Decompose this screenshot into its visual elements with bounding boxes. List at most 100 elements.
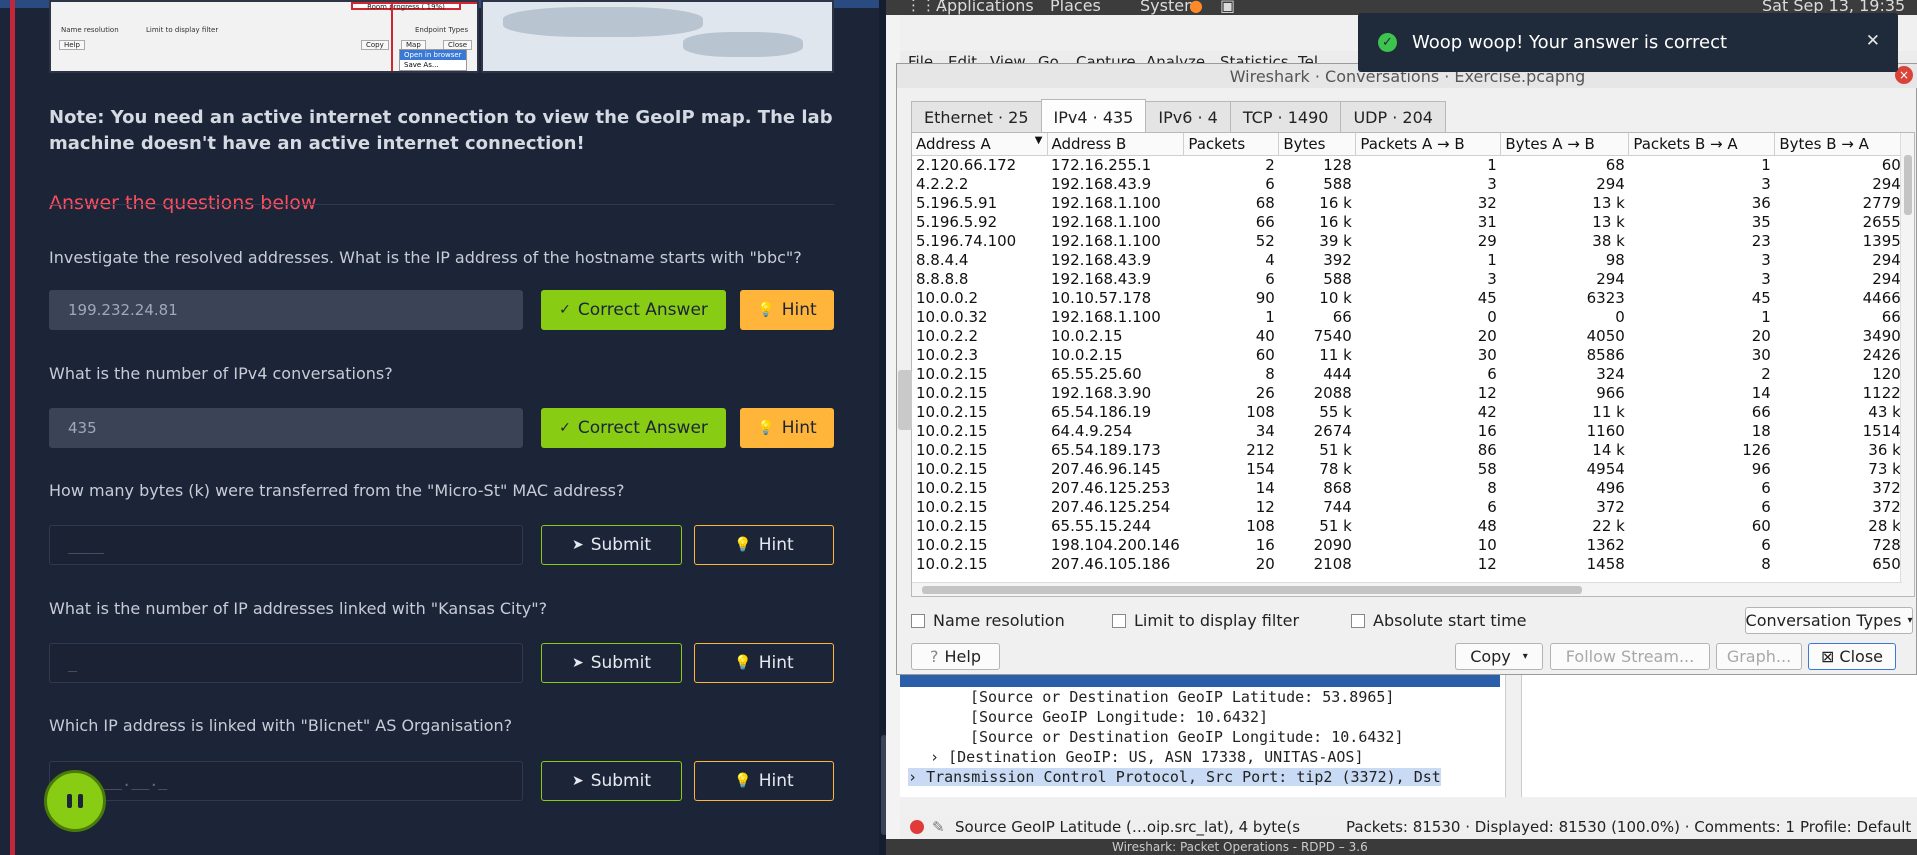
detail-line-expandable[interactable]: › [Destination GeoIP: US, ASN 17338, UNI… [930, 748, 1363, 766]
col-packets-ab[interactable]: Packets A → B [1355, 133, 1502, 156]
hint-button-1[interactable]: 💡 Hint [740, 290, 834, 330]
copy-button[interactable]: Copy ▾ [1455, 643, 1543, 670]
table-row[interactable]: 10.0.2.15 207.46.96.145 154 78 k 58 4954 96 73 … [912, 460, 1905, 479]
detail-line[interactable]: [Source or Destination GeoIP Longitude: … [970, 728, 1403, 746]
places-menu[interactable]: Places [1050, 0, 1101, 15]
table-cell: 126 [1742, 440, 1771, 459]
hint-button-3[interactable]: 💡 Hint [694, 525, 834, 565]
answer-5-field[interactable]: __.___.__._ [49, 761, 523, 801]
pause-button[interactable] [44, 770, 106, 832]
table-cell: 55 k [1319, 402, 1352, 421]
detail-line[interactable]: [Source GeoIP Longitude: 10.6432] [970, 708, 1268, 726]
table-row[interactable]: 10.0.0.32 192.168.1.100 1 66 0 0 1 66 [912, 308, 1905, 327]
table-row[interactable]: 10.0.0.2 10.10.57.178 90 10 k 45 6323 45 4466 [912, 289, 1905, 308]
conversations-table[interactable]: Address A ▼ Address B Packets Bytes Packe… [911, 132, 1915, 597]
hint-button-2[interactable]: 💡 Hint [740, 408, 834, 448]
table-row[interactable]: 10.0.2.2 10.0.2.15 40 7540 20 4050 20 3490 [912, 327, 1905, 346]
close-icon: ⊠ [1821, 647, 1835, 666]
question-2-text: What is the number of IPv4 conversations… [49, 364, 393, 383]
table-row[interactable]: 10.0.2.15 64.4.9.254 34 2674 16 1160 18 1514 [912, 422, 1905, 441]
col-address-a[interactable]: Address A ▼ [912, 133, 1048, 156]
status-packets: Packets: 81530 · Displayed: 81530 (100.0… [1346, 818, 1795, 836]
packet-bytes-pane[interactable] [1521, 675, 1917, 797]
table-hscroll[interactable] [912, 582, 1902, 596]
close-button[interactable]: ⊠ Close [1808, 643, 1896, 670]
col-address-b[interactable]: Address B [1047, 133, 1185, 156]
table-row[interactable]: 10.0.2.15 198.104.200.146 16 2090 10 1362 6 728 [912, 536, 1905, 555]
table-row[interactable]: 2.120.66.172 172.16.255.1 2 128 1 68 1 60 [912, 155, 1905, 175]
taskbar-item-wireshark[interactable]: Wireshark: Packet Operations - RDPD – 3.… [1112, 840, 1368, 854]
table-row[interactable]: 10.0.2.15 207.46.125.253 14 868 8 496 6 372 [912, 479, 1905, 498]
table-row[interactable]: 8.8.4.4 192.168.43.9 4 392 1 98 3 294 [912, 251, 1905, 270]
table-row[interactable]: 10.0.2.15 65.55.15.244 108 51 k 48 22 k 60 28 k [912, 517, 1905, 536]
hint-button-5[interactable]: 💡 Hint [694, 761, 834, 801]
firefox-icon[interactable]: ● [1189, 0, 1203, 15]
follow-stream-button[interactable]: Follow Stream... [1550, 643, 1710, 670]
table-cell: 10.10.57.178 [1051, 288, 1152, 307]
table-row[interactable]: 10.0.2.3 10.0.2.15 60 11 k 30 8586 30 2426 [912, 346, 1905, 365]
tab-tcp[interactable]: TCP · 1490 [1229, 101, 1342, 132]
col-packets[interactable]: Packets [1183, 133, 1280, 156]
question-5-text: Which IP address is linked with "Blicnet… [49, 716, 513, 735]
answer-4-field[interactable]: _ [49, 643, 523, 683]
progress-rail [10, 0, 15, 855]
table-row[interactable]: 10.0.2.15 65.55.25.60 8 444 6 324 2 120 [912, 365, 1905, 384]
table-row[interactable]: 10.0.2.15 65.54.189.173 212 51 k 86 14 k 126 36… [912, 441, 1905, 460]
status-profile[interactable]: Profile: Default [1800, 818, 1911, 836]
tab-ethernet[interactable]: Ethernet · 25 [911, 101, 1042, 132]
help-button[interactable]: ? Help [911, 643, 1000, 670]
submit-button-5[interactable]: ➤ Submit [541, 761, 682, 801]
table-row[interactable]: 10.0.2.15 207.46.105.186 20 2108 12 1458 8 650 [912, 555, 1905, 574]
detail-line-tcp[interactable]: › Transmission Control Protocol, Src Por… [908, 768, 1441, 786]
answer-3-field[interactable]: ____ [49, 525, 523, 565]
tab-ipv6[interactable]: IPv6 · 4 [1145, 101, 1231, 132]
limit-filter-checkbox[interactable]: Limit to display filter [1112, 611, 1299, 630]
table-cell: 10.0.2.15 [916, 440, 988, 459]
table-cell: 198.104.200.146 [1051, 535, 1180, 554]
pane-splitter-handle[interactable] [898, 370, 912, 430]
table-vscroll[interactable] [1900, 133, 1914, 596]
answer-2-field[interactable]: 435 [49, 408, 523, 448]
vscroll-thumb[interactable] [1904, 155, 1912, 215]
packet-details-pane[interactable]: [Source or Destination GeoIP Latitude: 5… [900, 675, 1506, 797]
submit-button-3[interactable]: ➤ Submit [541, 525, 682, 565]
table-cell: 29 [1477, 231, 1497, 250]
name-resolution-checkbox[interactable]: Name resolution [911, 611, 1065, 630]
table-row[interactable]: 5.196.5.92 192.168.1.100 66 16 k 31 13 k 35 265… [912, 213, 1905, 232]
col-bytes-ab[interactable]: Bytes A → B [1500, 133, 1630, 156]
table-row[interactable]: 10.0.2.15 207.46.125.254 12 744 6 372 6 372 [912, 498, 1905, 517]
table-row[interactable]: 10.0.2.15 192.168.3.90 26 2088 12 966 14 1122 [912, 384, 1905, 403]
col-bytes-ba[interactable]: Bytes B → A [1774, 133, 1906, 156]
table-row[interactable]: 4.2.2.2 192.168.43.9 6 588 3 294 3 294 [912, 175, 1905, 194]
detail-line[interactable]: [Source or Destination GeoIP Latitude: 5… [970, 688, 1394, 706]
answer-1-field[interactable]: 199.232.24.81 [49, 290, 523, 330]
graph-button[interactable]: Graph... [1716, 643, 1802, 670]
table-cell: 1362 [1586, 535, 1625, 554]
col-packets-ba[interactable]: Packets B → A [1628, 133, 1776, 156]
col-bytes[interactable]: Bytes [1278, 133, 1357, 156]
expert-info-icon[interactable]: ✎ [932, 818, 945, 836]
table-cell: 45 [1751, 288, 1771, 307]
terminal-icon[interactable]: ▣ [1220, 0, 1235, 15]
table-row[interactable]: 5.196.5.91 192.168.1.100 68 16 k 32 13 k 36 277… [912, 194, 1905, 213]
correct-answer-button-1[interactable]: ✓ Correct Answer [541, 290, 726, 330]
table-cell: 58 [1477, 459, 1497, 478]
table-cell: 23 [1751, 231, 1771, 250]
table-row[interactable]: 8.8.8.8 192.168.43.9 6 588 3 294 3 294 [912, 270, 1905, 289]
correct-answer-button-2[interactable]: ✓ Correct Answer [541, 408, 726, 448]
applications-menu[interactable]: Applications [936, 0, 1034, 15]
absolute-time-checkbox[interactable]: Absolute start time [1351, 611, 1527, 630]
conversation-types-button[interactable]: Conversation Types ▾ [1745, 607, 1913, 634]
send-icon: ➤ [571, 655, 584, 671]
submit-button-4[interactable]: ➤ Submit [541, 643, 682, 683]
hint-button-4[interactable]: 💡 Hint [694, 643, 834, 683]
close-icon[interactable]: ✕ [1866, 31, 1880, 51]
table-row[interactable]: 10.0.2.15 65.54.186.19 108 55 k 42 11 k 66 43 k [912, 403, 1905, 422]
hscroll-thumb[interactable] [922, 586, 1582, 594]
tab-udp[interactable]: UDP · 204 [1340, 101, 1446, 132]
table-cell: 10.0.0.32 [916, 307, 988, 326]
capture-status-icon[interactable] [910, 820, 924, 834]
tab-ipv4[interactable]: IPv4 · 435 [1040, 99, 1147, 132]
table-cell: 10.0.2.3 [916, 345, 979, 364]
table-row[interactable]: 5.196.74.100 192.168.1.100 52 39 k 29 38 k 23 1… [912, 232, 1905, 251]
